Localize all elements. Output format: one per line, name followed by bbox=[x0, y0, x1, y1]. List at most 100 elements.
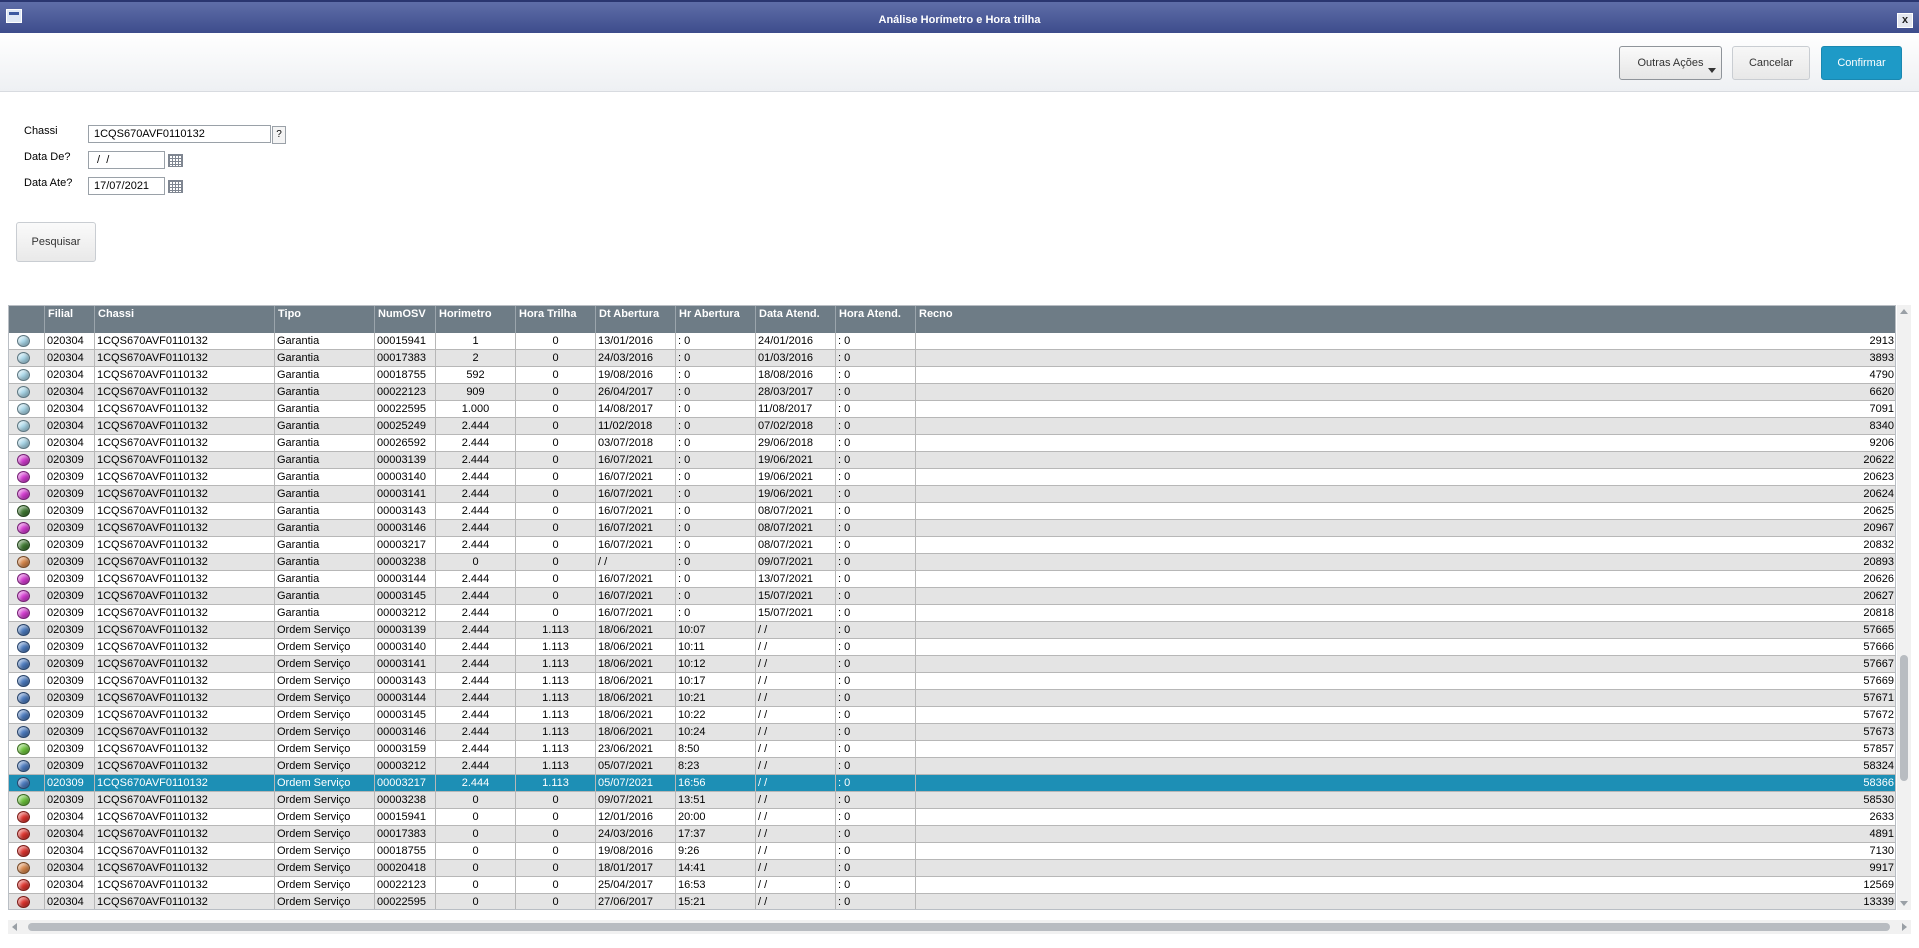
chassi-lookup-button[interactable]: ? bbox=[272, 126, 286, 144]
table-row[interactable]: 020309 1CQS670AVF0110132 Ordem Serviço 0000… bbox=[9, 758, 1895, 775]
status-cell bbox=[9, 520, 45, 537]
cell-hora-atend: : 0 bbox=[836, 520, 916, 537]
table-row[interactable]: 020309 1CQS670AVF0110132 Garantia 00003143 2… bbox=[9, 503, 1895, 520]
cell-horimetro: 2.444 bbox=[436, 418, 516, 435]
confirm-button[interactable]: Confirmar bbox=[1821, 46, 1902, 80]
cell-hr-abertura: 10:07 bbox=[676, 622, 756, 639]
cell-horimetro: 2.444 bbox=[436, 622, 516, 639]
column-header-hr-abertura[interactable]: Hr Abertura bbox=[676, 306, 756, 333]
status-cell bbox=[9, 673, 45, 690]
status-cell bbox=[9, 571, 45, 588]
cell-hora-trilha: 0 bbox=[516, 826, 596, 843]
horizontal-scrollbar[interactable] bbox=[8, 920, 1911, 934]
cell-tipo: Ordem Serviço bbox=[275, 860, 375, 877]
table-row[interactable]: 020304 1CQS670AVF0110132 Ordem Serviço 0001… bbox=[9, 809, 1895, 826]
table-row[interactable]: 020304 1CQS670AVF0110132 Ordem Serviço 0002… bbox=[9, 860, 1895, 877]
cell-data-atend: 15/07/2021 bbox=[756, 605, 836, 622]
cell-tipo: Ordem Serviço bbox=[275, 758, 375, 775]
table-row-selected[interactable]: 020309 1CQS670AVF0110132 Ordem Serviço 0000… bbox=[9, 775, 1895, 792]
table-row[interactable]: 020304 1CQS670AVF0110132 Garantia 00017383 2… bbox=[9, 350, 1895, 367]
table-row[interactable]: 020304 1CQS670AVF0110132 Garantia 00026592 2… bbox=[9, 435, 1895, 452]
table-row[interactable]: 020309 1CQS670AVF0110132 Garantia 00003212 2… bbox=[9, 605, 1895, 622]
scroll-down-icon[interactable] bbox=[1900, 901, 1908, 906]
status-magenta-icon bbox=[17, 488, 30, 500]
calendar-icon[interactable] bbox=[168, 180, 183, 193]
table-row[interactable]: 020309 1CQS670AVF0110132 Ordem Serviço 0000… bbox=[9, 741, 1895, 758]
cell-data-atend: 28/03/2017 bbox=[756, 384, 836, 401]
cell-numosv: 00003144 bbox=[375, 690, 436, 707]
table-row[interactable]: 020309 1CQS670AVF0110132 Garantia 00003146 2… bbox=[9, 520, 1895, 537]
table-row[interactable]: 020304 1CQS670AVF0110132 Ordem Serviço 0001… bbox=[9, 826, 1895, 843]
cell-dt-abertura: 18/06/2021 bbox=[596, 673, 676, 690]
column-header-tipo[interactable]: Tipo bbox=[275, 306, 375, 333]
cell-data-atend: 24/01/2016 bbox=[756, 333, 836, 350]
scroll-right-icon[interactable] bbox=[1902, 923, 1907, 931]
cell-chassi: 1CQS670AVF0110132 bbox=[95, 554, 275, 571]
close-button[interactable]: x bbox=[1897, 13, 1913, 28]
table-row[interactable]: 020304 1CQS670AVF0110132 Ordem Serviço 0001… bbox=[9, 843, 1895, 860]
column-header-status-col[interactable] bbox=[9, 306, 45, 333]
window-title: Análise Horímetro e Hora trilha bbox=[878, 14, 1041, 26]
cell-recno: 57671 bbox=[916, 690, 1895, 707]
cell-filial: 020304 bbox=[45, 894, 95, 909]
table-row[interactable]: 020304 1CQS670AVF0110132 Ordem Serviço 0002… bbox=[9, 894, 1895, 909]
column-header-hora-atend[interactable]: Hora Atend. bbox=[836, 306, 916, 333]
table-row[interactable]: 020309 1CQS670AVF0110132 Garantia 00003140 2… bbox=[9, 469, 1895, 486]
table-row[interactable]: 020304 1CQS670AVF0110132 Garantia 00022123 9… bbox=[9, 384, 1895, 401]
cell-horimetro: 2.444 bbox=[436, 690, 516, 707]
column-header-numosv[interactable]: NumOSV bbox=[375, 306, 436, 333]
column-header-hora-trilha[interactable]: Hora Trilha bbox=[516, 306, 596, 333]
table-row[interactable]: 020304 1CQS670AVF0110132 Garantia 00015941 1… bbox=[9, 333, 1895, 350]
other-actions-button[interactable]: Outras Ações bbox=[1619, 46, 1722, 80]
table-row[interactable]: 020309 1CQS670AVF0110132 Garantia 00003145 2… bbox=[9, 588, 1895, 605]
column-header-chassi[interactable]: Chassi bbox=[95, 306, 275, 333]
cancel-button[interactable]: Cancelar bbox=[1732, 46, 1810, 80]
column-header-filial[interactable]: Filial bbox=[45, 306, 95, 333]
cell-hr-abertura: : 0 bbox=[676, 537, 756, 554]
vertical-scrollbar[interactable] bbox=[1897, 305, 1911, 910]
horizontal-scroll-thumb[interactable] bbox=[28, 923, 1890, 931]
column-header-horimetro[interactable]: Horimetro bbox=[436, 306, 516, 333]
table-row[interactable]: 020304 1CQS670AVF0110132 Garantia 00022595 1… bbox=[9, 401, 1895, 418]
cell-dt-abertura: 11/02/2018 bbox=[596, 418, 676, 435]
table-row[interactable]: 020309 1CQS670AVF0110132 Ordem Serviço 0000… bbox=[9, 707, 1895, 724]
status-cell bbox=[9, 843, 45, 860]
cell-hora-trilha: 0 bbox=[516, 571, 596, 588]
scroll-left-icon[interactable] bbox=[12, 923, 17, 931]
cell-data-atend: 18/08/2016 bbox=[756, 367, 836, 384]
vertical-scroll-thumb[interactable] bbox=[1900, 655, 1908, 781]
table-row[interactable]: 020309 1CQS670AVF0110132 Ordem Serviço 0000… bbox=[9, 622, 1895, 639]
cell-tipo: Garantia bbox=[275, 384, 375, 401]
table-row[interactable]: 020304 1CQS670AVF0110132 Garantia 00025249 2… bbox=[9, 418, 1895, 435]
cell-filial: 020304 bbox=[45, 384, 95, 401]
table-row[interactable]: 020304 1CQS670AVF0110132 Garantia 00018755 5… bbox=[9, 367, 1895, 384]
cell-chassi: 1CQS670AVF0110132 bbox=[95, 401, 275, 418]
table-row[interactable]: 020309 1CQS670AVF0110132 Ordem Serviço 0000… bbox=[9, 724, 1895, 741]
table-row[interactable]: 020309 1CQS670AVF0110132 Ordem Serviço 0000… bbox=[9, 792, 1895, 809]
calendar-icon[interactable] bbox=[168, 154, 183, 167]
table-row[interactable]: 020309 1CQS670AVF0110132 Ordem Serviço 0000… bbox=[9, 639, 1895, 656]
column-header-data-atend[interactable]: Data Atend. bbox=[756, 306, 836, 333]
scroll-up-icon[interactable] bbox=[1900, 309, 1908, 314]
table-row[interactable]: 020309 1CQS670AVF0110132 Garantia 00003217 2… bbox=[9, 537, 1895, 554]
table-row[interactable]: 020309 1CQS670AVF0110132 Ordem Serviço 0000… bbox=[9, 673, 1895, 690]
table-row[interactable]: 020309 1CQS670AVF0110132 Ordem Serviço 0000… bbox=[9, 656, 1895, 673]
table-row[interactable]: 020309 1CQS670AVF0110132 Garantia 00003238 0… bbox=[9, 554, 1895, 571]
cell-dt-abertura: 19/08/2016 bbox=[596, 367, 676, 384]
cell-data-atend: / / bbox=[756, 860, 836, 877]
table-row[interactable]: 020304 1CQS670AVF0110132 Ordem Serviço 0002… bbox=[9, 877, 1895, 894]
search-button[interactable]: Pesquisar bbox=[16, 222, 96, 262]
date-from-input[interactable] bbox=[88, 151, 165, 169]
table-row[interactable]: 020309 1CQS670AVF0110132 Garantia 00003141 2… bbox=[9, 486, 1895, 503]
column-header-recno[interactable]: Recno bbox=[916, 306, 1895, 333]
cell-dt-abertura: 12/01/2016 bbox=[596, 809, 676, 826]
table-row[interactable]: 020309 1CQS670AVF0110132 Ordem Serviço 0000… bbox=[9, 690, 1895, 707]
cell-chassi: 1CQS670AVF0110132 bbox=[95, 588, 275, 605]
cell-tipo: Ordem Serviço bbox=[275, 724, 375, 741]
table-row[interactable]: 020309 1CQS670AVF0110132 Garantia 00003139 2… bbox=[9, 452, 1895, 469]
column-header-dt-abertura[interactable]: Dt Abertura bbox=[596, 306, 676, 333]
chassi-input[interactable] bbox=[88, 125, 271, 143]
cell-data-atend: 11/08/2017 bbox=[756, 401, 836, 418]
date-to-input[interactable] bbox=[88, 177, 165, 195]
table-row[interactable]: 020309 1CQS670AVF0110132 Garantia 00003144 2… bbox=[9, 571, 1895, 588]
